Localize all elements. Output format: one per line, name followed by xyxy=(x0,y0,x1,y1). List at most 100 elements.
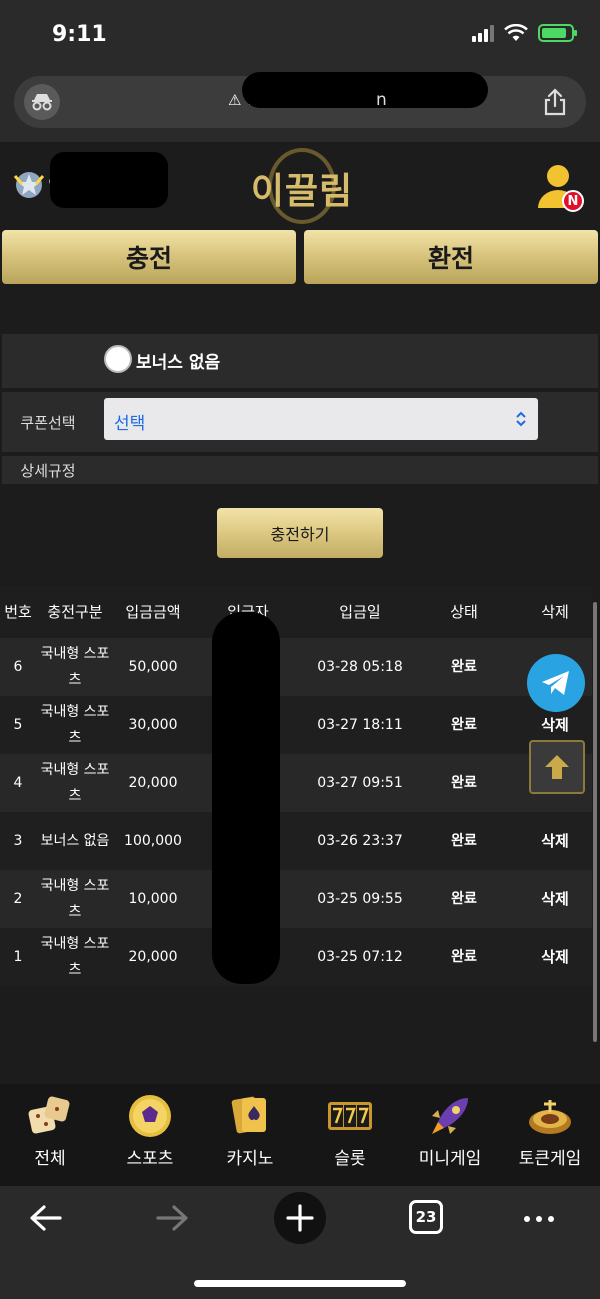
row-state: 완료 xyxy=(451,775,477,791)
more-icon[interactable] xyxy=(524,1216,554,1222)
roulette-icon xyxy=(529,1100,571,1134)
row-type: 국내형 스포츠 xyxy=(40,704,110,746)
row-no: 3 xyxy=(13,833,23,849)
logo-text: 이끌림 xyxy=(250,171,354,212)
coupon-select[interactable]: 선택 xyxy=(104,398,538,440)
redaction-mark xyxy=(50,152,168,208)
bonus-label-cell xyxy=(2,334,94,388)
dice-icon xyxy=(28,1096,70,1134)
status-bar: 9:11 xyxy=(0,0,600,70)
row-no: 5 xyxy=(13,717,23,733)
battery-charging-icon xyxy=(538,24,577,42)
forward-arrow-icon[interactable] xyxy=(154,1202,190,1234)
row-type: 국내형 스포츠 xyxy=(40,646,110,688)
row-state: 완료 xyxy=(451,717,477,733)
nav-label: 토큰게임 xyxy=(518,1149,582,1169)
table-row: 1 국내형 스포츠 20,000 03-25 07:12 완료 삭제 xyxy=(0,928,592,986)
coupon-value-cell: 선택 xyxy=(98,392,598,452)
table-row: 6 국내형 스포츠 50,000 03-28 05:18 완료 xyxy=(0,638,592,696)
nav-label: 미니게임 xyxy=(418,1149,482,1169)
bonus-value-cell: 보너스 없음 xyxy=(98,334,598,388)
header-type: 충전구분 xyxy=(47,603,103,621)
browser-address-area: ⚠ m. n xyxy=(0,70,600,142)
url-suffix: n xyxy=(376,90,387,110)
bonus-row: 보너스 없음 xyxy=(2,334,598,388)
rules-row: 상세규정 xyxy=(2,456,598,484)
nav-item-slot[interactable]: 슬롯 xyxy=(300,1084,400,1186)
row-state: 완료 xyxy=(451,949,477,965)
share-icon[interactable] xyxy=(542,88,568,116)
telegram-icon xyxy=(542,671,569,695)
header-state: 상태 xyxy=(450,603,478,621)
status-icons xyxy=(472,24,577,42)
coupon-select-value: 선택 xyxy=(114,414,146,434)
row-delete-button[interactable]: 삭제 xyxy=(512,928,598,986)
header-delete: 삭제 xyxy=(541,603,569,621)
warning-icon: ⚠ xyxy=(228,91,242,109)
scrollbar[interactable] xyxy=(593,602,597,1042)
telegram-button[interactable] xyxy=(527,654,585,712)
nav-item-sports[interactable]: 스포츠 xyxy=(100,1084,200,1186)
site-logo[interactable]: 이끌림 xyxy=(250,148,354,224)
nav-label: 스포츠 xyxy=(126,1149,174,1169)
nav-label: 카지노 xyxy=(226,1149,274,1169)
row-no: 6 xyxy=(13,659,23,675)
new-tab-button[interactable] xyxy=(274,1192,326,1244)
cellular-signal-icon xyxy=(472,24,494,42)
table-row: 2 국내형 스포츠 10,000 03-25 09:55 완료 삭제 xyxy=(0,870,592,928)
scroll-top-button[interactable] xyxy=(529,740,585,794)
incognito-icon[interactable] xyxy=(24,84,60,120)
row-state: 완료 xyxy=(451,891,477,907)
rules-label: 상세규정 xyxy=(2,456,94,484)
game-category-nav: 전체 스포츠 카지노 슬롯 미니게임 토큰게임 xyxy=(0,1084,600,1186)
nav-label: 슬롯 xyxy=(334,1149,366,1169)
row-amount: 50,000 xyxy=(128,659,178,675)
row-amount: 20,000 xyxy=(128,775,178,791)
nav-item-minigame[interactable]: 미니게임 xyxy=(400,1084,500,1186)
row-date: 03-27 09:51 xyxy=(317,775,403,791)
row-type: 보너스 없음 xyxy=(40,833,110,849)
row-amount: 20,000 xyxy=(128,949,178,965)
notification-badge: N xyxy=(562,190,584,212)
header-amount: 입금금액 xyxy=(125,603,181,621)
row-type: 국내형 스포츠 xyxy=(40,878,110,920)
redaction-mark xyxy=(212,612,280,984)
row-no: 1 xyxy=(13,949,23,965)
row-no: 4 xyxy=(13,775,23,791)
header-no: 번호 xyxy=(4,603,32,621)
wifi-icon xyxy=(504,24,528,41)
row-date: 03-28 05:18 xyxy=(317,659,403,675)
soccer-ball-icon xyxy=(129,1095,171,1137)
row-state: 완료 xyxy=(451,659,477,675)
redaction-mark xyxy=(242,72,488,108)
tab-exchange[interactable]: 환전 xyxy=(304,230,598,284)
nav-label: 전체 xyxy=(34,1149,66,1169)
row-date: 03-25 07:12 xyxy=(317,949,403,965)
table-header: 번호 충전구분 입금금액 입금자 입금일 상태 삭제 xyxy=(0,586,592,638)
nav-item-casino[interactable]: 카지노 xyxy=(200,1084,300,1186)
row-delete-button[interactable]: 삭제 xyxy=(512,870,598,928)
row-amount: 10,000 xyxy=(128,891,178,907)
row-date: 03-26 23:37 xyxy=(317,833,403,849)
row-delete-button[interactable]: 삭제 xyxy=(512,812,598,870)
home-indicator xyxy=(194,1280,406,1287)
bonus-radio[interactable] xyxy=(104,345,132,373)
coupon-label: 쿠폰선택 xyxy=(2,392,94,452)
nav-item-token-game[interactable]: 토큰게임 xyxy=(500,1084,600,1186)
site-header: 입 이끌림 N xyxy=(0,142,600,230)
tab-charge[interactable]: 충전 xyxy=(2,230,296,284)
row-type: 국내형 스포츠 xyxy=(40,936,110,978)
tab-switcher-button[interactable]: 23 xyxy=(409,1200,443,1234)
cards-icon xyxy=(231,1096,266,1134)
row-type: 국내형 스포츠 xyxy=(40,762,110,804)
table-row: 4 국내형 스포츠 20,000 03-27 09:51 완료 xyxy=(0,754,592,812)
charge-submit-button[interactable]: 충전하기 xyxy=(217,508,383,558)
arrow-up-icon xyxy=(545,755,569,779)
row-date: 03-25 09:55 xyxy=(317,891,403,907)
address-bar[interactable]: ⚠ m. n xyxy=(14,72,586,128)
back-arrow-icon[interactable] xyxy=(28,1202,64,1234)
status-time: 9:11 xyxy=(52,22,107,47)
row-no: 2 xyxy=(13,891,23,907)
nav-item-all[interactable]: 전체 xyxy=(0,1084,100,1186)
rules-value-cell xyxy=(98,456,598,484)
